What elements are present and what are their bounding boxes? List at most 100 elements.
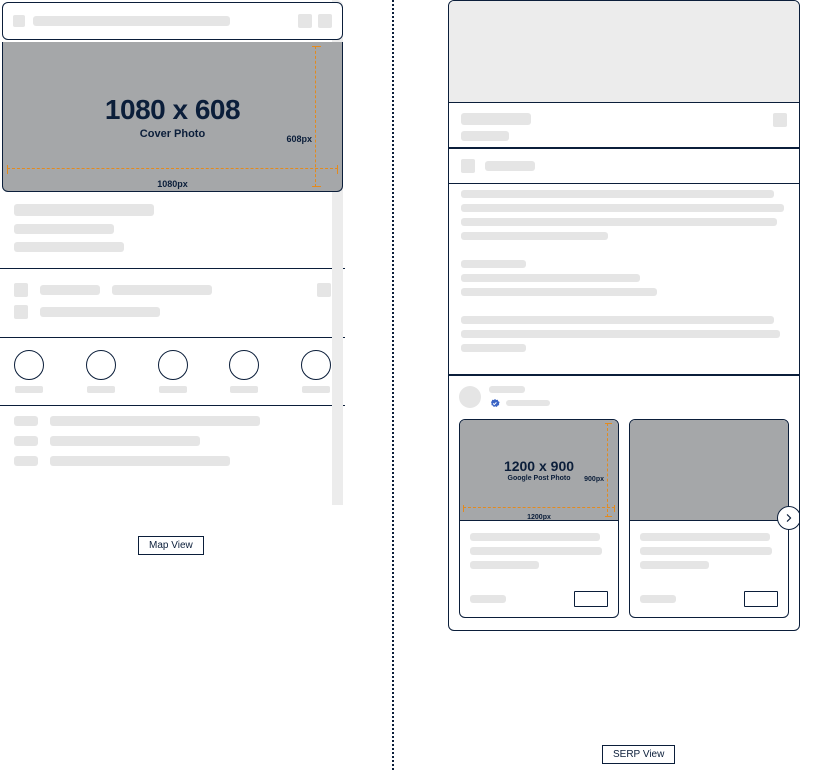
section-icon <box>461 159 475 173</box>
serp-hero-image <box>449 1 799 103</box>
meta-placeholder <box>14 242 124 252</box>
serp-card: 1200 x 900 Google Post Photo 900px 1200p… <box>448 0 800 631</box>
action-item[interactable] <box>158 350 188 393</box>
action-label <box>302 386 330 393</box>
vertical-divider <box>392 0 394 770</box>
height-label: 608px <box>286 134 312 144</box>
post-body <box>460 520 618 617</box>
text-line <box>640 547 772 555</box>
search-icon <box>298 14 312 28</box>
section-header <box>449 149 799 183</box>
cover-subtitle: Cover Photo <box>140 128 205 140</box>
height-label: 900px <box>584 476 604 483</box>
text-line <box>461 218 777 226</box>
serp-title-row <box>449 103 799 147</box>
info-section <box>0 268 345 338</box>
text-line <box>461 274 640 282</box>
post-photo-spec: 1200 x 900 Google Post Photo 900px 1200p… <box>460 420 618 520</box>
title-placeholder <box>14 204 154 216</box>
text-line <box>461 316 774 324</box>
vertical-dimension-line <box>607 423 608 517</box>
search-bar[interactable] <box>2 2 343 40</box>
post-author-row <box>459 386 789 409</box>
text-line <box>461 190 774 198</box>
action-item[interactable] <box>86 350 116 393</box>
horizontal-dimension-line <box>7 168 338 169</box>
action-circle-icon <box>301 350 331 380</box>
text-line <box>461 204 784 212</box>
text-line <box>461 330 780 338</box>
text-line <box>461 232 608 240</box>
serp-view-label: SERP View <box>602 745 675 764</box>
meta-text <box>470 595 506 603</box>
map-view-panel: 1080 x 608 Cover Photo 608px 1080px <box>0 0 345 494</box>
width-label: 1200px <box>527 514 551 521</box>
info-text <box>40 285 100 295</box>
text-line <box>470 547 602 555</box>
text-line <box>640 533 770 541</box>
serp-title <box>461 113 531 125</box>
post-card[interactable]: 1200 x 900 Google Post Photo 900px 1200p… <box>459 419 619 618</box>
chevron-right-icon <box>785 514 793 522</box>
width-label: 1080px <box>157 179 188 189</box>
carousel-next-button[interactable] <box>777 506 800 530</box>
action-circle-icon <box>229 350 259 380</box>
action-circle-icon <box>158 350 188 380</box>
action-buttons-row <box>0 338 345 406</box>
post-card[interactable] <box>629 419 789 618</box>
serp-body <box>449 184 799 374</box>
section-label <box>485 161 535 171</box>
text-line <box>461 288 657 296</box>
verified-badge-icon <box>489 397 501 409</box>
text-line <box>461 260 526 268</box>
detail-text <box>50 416 260 426</box>
text-line <box>640 561 709 569</box>
posts-section: 1200 x 900 Google Post Photo 900px 1200p… <box>449 376 799 630</box>
map-view-label: Map View <box>138 536 204 555</box>
subtitle-placeholder <box>14 224 114 234</box>
horizontal-dimension-line <box>463 507 615 508</box>
action-label <box>15 386 43 393</box>
post-cta-button[interactable] <box>574 591 608 607</box>
cover-dimensions-text: 1080 x 608 <box>105 94 240 126</box>
detail-text <box>50 436 200 446</box>
meta-text <box>640 595 676 603</box>
menu-icon <box>13 15 25 27</box>
serp-view-panel: 1200 x 900 Google Post Photo 900px 1200p… <box>448 0 800 631</box>
action-label <box>159 386 187 393</box>
post-body <box>630 520 788 617</box>
text-line <box>461 344 526 352</box>
detail-text <box>50 456 230 466</box>
cover-photo-spec: 1080 x 608 Cover Photo 608px 1080px <box>2 42 343 192</box>
post-carousel: 1200 x 900 Google Post Photo 900px 1200p… <box>459 419 789 618</box>
options-icon <box>773 113 787 127</box>
action-item[interactable] <box>229 350 259 393</box>
text-line <box>470 533 600 541</box>
info-icon <box>14 283 28 297</box>
info-icon <box>14 305 28 319</box>
detail-icon <box>14 416 38 426</box>
info-text <box>112 285 212 295</box>
post-photo-placeholder <box>630 420 788 520</box>
action-icon <box>317 283 331 297</box>
action-circle-icon <box>86 350 116 380</box>
author-name <box>489 386 525 393</box>
post-subtitle: Google Post Photo <box>508 475 571 482</box>
vertical-dimension-line <box>315 46 316 187</box>
post-meta <box>506 400 550 406</box>
post-dimensions-text: 1200 x 900 <box>504 458 574 474</box>
detail-icon <box>14 436 38 446</box>
action-circle-icon <box>14 350 44 380</box>
action-label <box>230 386 258 393</box>
text-line <box>470 561 539 569</box>
info-text <box>40 307 160 317</box>
close-icon <box>318 14 332 28</box>
search-input-placeholder <box>33 16 230 26</box>
post-cta-button[interactable] <box>744 591 778 607</box>
business-header <box>0 192 345 268</box>
detail-icon <box>14 456 38 466</box>
details-section <box>0 406 345 494</box>
action-item[interactable] <box>14 350 44 393</box>
serp-subtitle <box>461 131 509 141</box>
action-item[interactable] <box>301 350 331 393</box>
